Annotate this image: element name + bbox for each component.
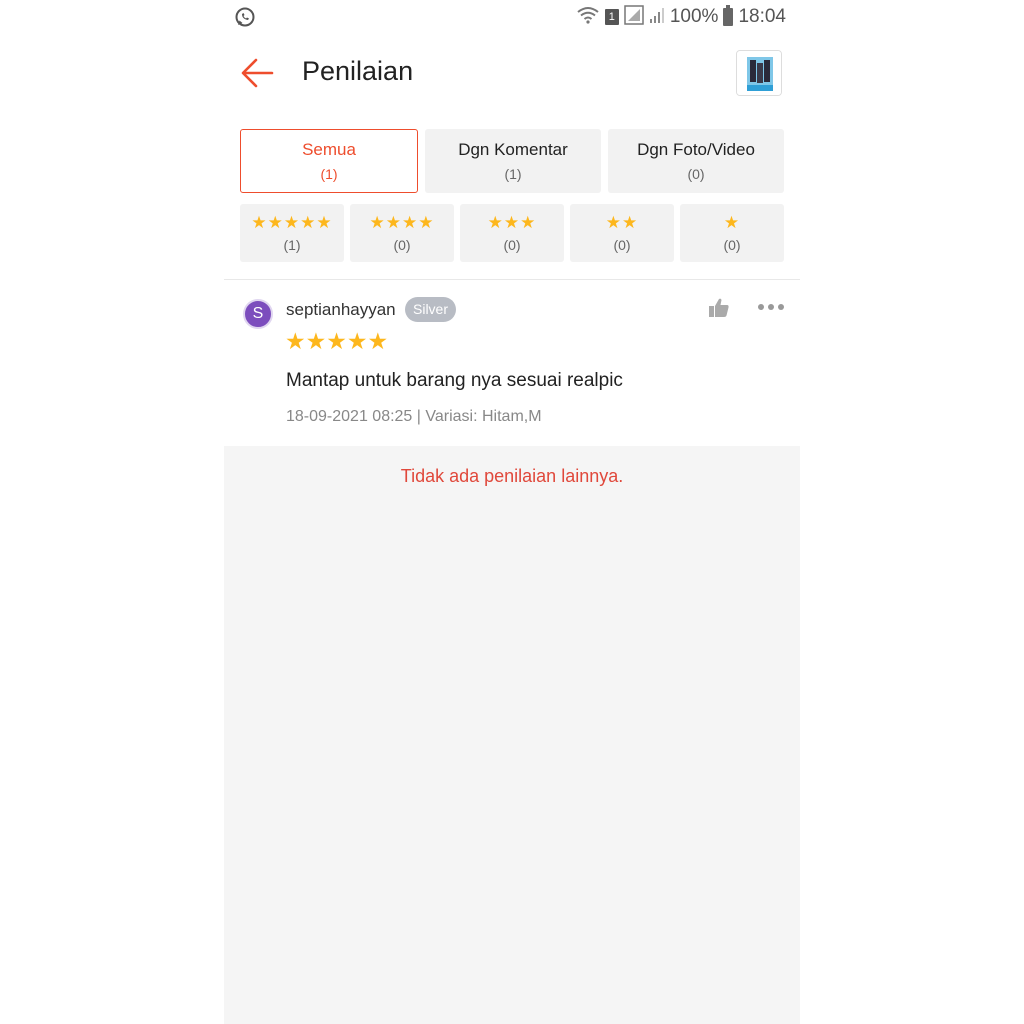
page-title: Penilaian (302, 56, 414, 86)
star-icons: ★★★ (487, 212, 537, 232)
star-filter-count: (0) (503, 236, 521, 253)
dot-icon (778, 304, 784, 310)
no-more-reviews-text: Tidak ada penilaian lainnya. (400, 466, 624, 486)
tab-label: Dgn Foto/Video (637, 140, 755, 159)
back-button[interactable] (238, 54, 278, 92)
battery-percent: 100% (669, 6, 719, 27)
star-filter-count: (0) (393, 236, 411, 253)
review-comment: Mantap untuk barang nya sesuai realpic (286, 370, 623, 391)
star-filter-2[interactable]: ★★ (0) (570, 204, 674, 262)
app-screen: 1 100% 18:04 Penilaian Semua (1) Dgn Kom… (224, 0, 800, 1024)
review-item: S septianhayyan Silver ★★★★★ Mantap untu… (224, 280, 800, 446)
tab-label: Dgn Komentar (458, 140, 568, 159)
arrow-left-icon (241, 58, 274, 88)
member-badge: Silver (405, 297, 457, 322)
app-header: Penilaian (224, 40, 800, 106)
star-filter-1[interactable]: ★ (0) (680, 204, 784, 262)
star-filter-count: (0) (613, 236, 631, 253)
star-icons: ★ (723, 212, 741, 232)
tab-semua[interactable]: Semua (1) (240, 129, 418, 193)
dot-icon (758, 304, 764, 310)
more-options-button[interactable] (758, 300, 786, 314)
star-icons: ★★ (605, 212, 639, 232)
star-filter-row: ★★★★★ (1) ★★★★ (0) ★★★ (0) ★★ (0) ★ (0) (240, 204, 784, 262)
clock: 18:04 (738, 6, 786, 27)
product-image-icon (737, 51, 781, 95)
tab-count: (1) (504, 166, 522, 182)
star-icons: ★★★★★ (251, 212, 333, 232)
battery-icon (723, 5, 734, 26)
star-filter-3[interactable]: ★★★ (0) (460, 204, 564, 262)
dot-icon (768, 304, 774, 310)
thumbs-up-icon (709, 298, 729, 317)
sim-icon: 1 (604, 9, 619, 25)
whatsapp-icon (234, 6, 256, 28)
signal-icon (624, 4, 644, 30)
empty-list-area: Tidak ada penilaian lainnya. (224, 446, 800, 1024)
avatar[interactable]: S (243, 299, 273, 329)
tab-count: (0) (687, 166, 705, 182)
star-icons: ★★★★ (369, 212, 435, 232)
tab-count: (1) (320, 166, 338, 182)
filter-tabs: Semua (1) Dgn Komentar (1) Dgn Foto/Vide… (240, 129, 784, 193)
review-rating-stars: ★★★★★ (285, 328, 389, 354)
tab-dgn-komentar[interactable]: Dgn Komentar (1) (425, 129, 601, 193)
like-button[interactable] (707, 296, 731, 320)
reviewer-username: septianhayyan (286, 300, 396, 319)
status-bar: 1 100% 18:04 (224, 0, 800, 34)
status-icons: 1 100% 18:04 (576, 4, 786, 30)
star-filter-count: (1) (283, 236, 301, 253)
signal-bars-icon (649, 5, 665, 30)
star-filter-4[interactable]: ★★★★ (0) (350, 204, 454, 262)
star-filter-5[interactable]: ★★★★★ (1) (240, 204, 344, 262)
tab-label: Semua (302, 140, 356, 159)
star-filter-count: (0) (723, 236, 741, 253)
tab-dgn-foto-video[interactable]: Dgn Foto/Video (0) (608, 129, 784, 193)
wifi-icon (576, 5, 600, 30)
review-meta: 18-09-2021 08:25 | Variasi: Hitam,M (286, 408, 542, 425)
product-thumbnail[interactable] (736, 50, 782, 96)
